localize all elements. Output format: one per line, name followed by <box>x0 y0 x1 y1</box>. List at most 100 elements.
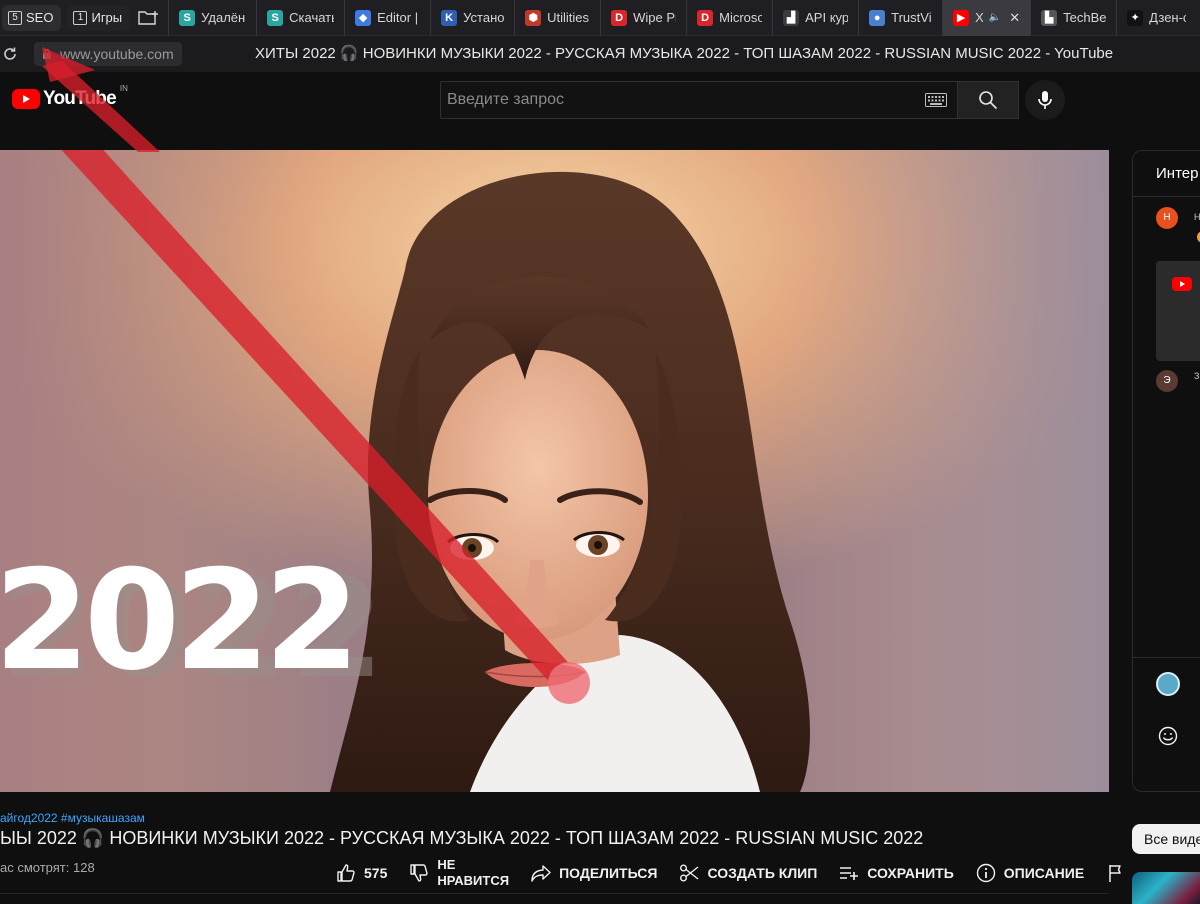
tab-label: Скачать <box>289 10 335 25</box>
tab-favicon-icon: S <box>179 9 196 26</box>
tab-favicon-icon: ◆ <box>355 9 372 26</box>
tab-label: Utilities <box>547 10 590 25</box>
thumbs-up-icon <box>337 864 355 882</box>
like-button[interactable]: 575 <box>336 863 387 883</box>
browser-tab[interactable]: ▶ ХИ 🔈 ✕ <box>942 0 1031 36</box>
folder-plus-icon <box>138 10 159 25</box>
browser-tab[interactable]: K Устано <box>430 0 514 36</box>
save-button[interactable]: СОХРАНИТЬ <box>839 863 954 883</box>
user-avatar <box>1156 672 1180 696</box>
tab-label: ХИ <box>975 10 983 25</box>
tab-favicon-icon: K <box>441 9 458 26</box>
live-viewers-count: ас смотрят: 128 <box>0 860 95 875</box>
thumbs-down-icon <box>410 864 429 882</box>
browser-tab[interactable]: ● TrustVie <box>858 0 942 36</box>
tab-label: TrustVie <box>891 10 932 25</box>
year-overlay: 2022 2022 <box>0 540 384 709</box>
browser-tab[interactable]: S Удалён <box>168 0 256 36</box>
chat-avatar: Э <box>1156 370 1178 392</box>
voice-search-button[interactable] <box>1025 80 1065 120</box>
dislike-button[interactable]: НЕ НРАВИТСЯ <box>409 857 509 889</box>
like-count: 575 <box>364 865 388 881</box>
new-tab-group-button[interactable] <box>134 5 164 31</box>
tab-label: API курс <box>805 10 848 25</box>
tab-favicon-icon: ● <box>869 9 886 26</box>
tab-label: Дзен-с <box>1149 10 1187 25</box>
browser-tab[interactable]: ◆ Editor | <box>344 0 430 36</box>
tab-list: S Удалён S Скачать ◆ Editor | K Устано ⬢ Utiliti… <box>168 0 1196 36</box>
create-clip-button[interactable]: СОЗДАТЬ КЛИП <box>679 863 817 883</box>
tab-favicon-icon: S <box>267 9 284 26</box>
chat-author-snippet: З <box>1194 371 1200 381</box>
tab-label: Microso <box>719 10 763 25</box>
flag-icon <box>1109 865 1121 882</box>
search-icon <box>979 91 998 110</box>
chat-author-snippet: Н <box>1194 212 1200 222</box>
tab-favicon-icon: ▶ <box>953 9 970 26</box>
description-label: ОПИСАНИЕ <box>1003 865 1085 881</box>
tab-favicon-icon: ⬢ <box>525 9 542 26</box>
browser-tab[interactable]: S Скачать <box>256 0 344 36</box>
info-icon <box>976 863 995 883</box>
workspace-count: 1 <box>73 10 88 25</box>
video-player[interactable]: 2022 2022 <box>0 150 1109 792</box>
tab-label: TechBer <box>1063 10 1107 25</box>
smile-icon <box>1158 726 1178 746</box>
dislike-label-line1: НЕ <box>437 857 456 872</box>
audio-playing-icon[interactable]: 🔈 <box>989 12 1001 23</box>
browser-tab[interactable]: ✦ Дзен-с <box>1116 0 1196 36</box>
video-hashtags[interactable]: айгод2022 #музыкашазам <box>0 811 145 825</box>
share-label: ПОДЕЛИТЬСЯ <box>559 865 658 881</box>
year-text: 2022 <box>0 540 354 701</box>
workspace-count: 5 <box>8 10 22 25</box>
tab-favicon-icon: ▙ <box>1041 9 1058 26</box>
video-frame: 2022 2022 <box>0 150 1109 792</box>
search-button[interactable] <box>957 81 1019 119</box>
workspace-label: SEO <box>26 10 54 25</box>
scissors-icon <box>680 864 699 882</box>
workspace-label: Игры <box>91 10 123 25</box>
chat-pinned-card[interactable] <box>1156 261 1200 361</box>
recommended-video-thumbnail[interactable] <box>1132 872 1200 904</box>
tab-label: Editor | <box>377 10 419 25</box>
browser-tab[interactable]: D Microso <box>686 0 772 36</box>
emoji-picker-button[interactable] <box>1158 726 1178 751</box>
live-chat-header[interactable]: Интер <box>1133 151 1200 197</box>
tab-favicon-icon: ✦ <box>1127 9 1144 26</box>
microphone-icon <box>1038 91 1052 109</box>
search-input[interactable] <box>441 82 925 118</box>
chat-divider <box>1133 657 1200 658</box>
workspace-games[interactable]: 1 Игры <box>67 4 131 31</box>
report-button[interactable] <box>1106 863 1126 883</box>
dislike-label: НЕ НРАВИТСЯ <box>437 857 509 889</box>
close-tab-icon[interactable]: ✕ <box>1009 10 1020 26</box>
create-clip-label: СОЗДАТЬ КЛИП <box>707 865 818 881</box>
browser-tab[interactable]: ▙ TechBer <box>1030 0 1116 36</box>
description-button[interactable]: ОПИСАНИЕ <box>976 863 1084 883</box>
pointer-arrow-upper <box>42 47 160 152</box>
playlist-add-icon <box>840 867 859 880</box>
live-chat-panel: Интер Н Н Э З <box>1132 150 1200 792</box>
share-button[interactable]: ПОДЕЛИТЬСЯ <box>531 863 657 883</box>
share-icon <box>531 865 551 882</box>
filter-chip-all-videos[interactable]: Все виде <box>1132 824 1200 854</box>
page-title: ХИТЫ 2022 🎧 НОВИНКИ МУЗЫКИ 2022 - РУССКА… <box>255 45 1114 62</box>
search-box <box>440 81 958 119</box>
tab-label: Удалён <box>201 10 246 25</box>
browser-tab[interactable]: D Wipe Pr <box>600 0 686 36</box>
tab-favicon-icon: D <box>611 9 628 26</box>
keyboard-icon[interactable] <box>925 93 947 107</box>
tab-favicon-icon: D <box>697 9 714 26</box>
tab-label: Устано <box>463 10 505 25</box>
chat-avatar: Н <box>1156 207 1178 229</box>
save-label: СОХРАНИТЬ <box>867 865 954 881</box>
browser-tab[interactable]: ⬢ Utilities <box>514 0 600 36</box>
youtube-play-icon <box>1172 277 1192 291</box>
divider <box>0 893 1108 894</box>
tab-label: Wipe Pr <box>633 10 677 25</box>
tab-favicon-icon: ▟ <box>783 9 800 26</box>
video-title: ЫЫ 2022 🎧 НОВИНКИ МУЗЫКИ 2022 - РУССКАЯ … <box>0 828 924 848</box>
browser-tab-strip: 5 SEO 1 Игры S Удалён S Скачать ◆ Editor | KУ… <box>0 0 1200 36</box>
browser-tab[interactable]: ▟ API курс <box>772 0 858 36</box>
workspace-seo[interactable]: 5 SEO <box>2 4 62 31</box>
